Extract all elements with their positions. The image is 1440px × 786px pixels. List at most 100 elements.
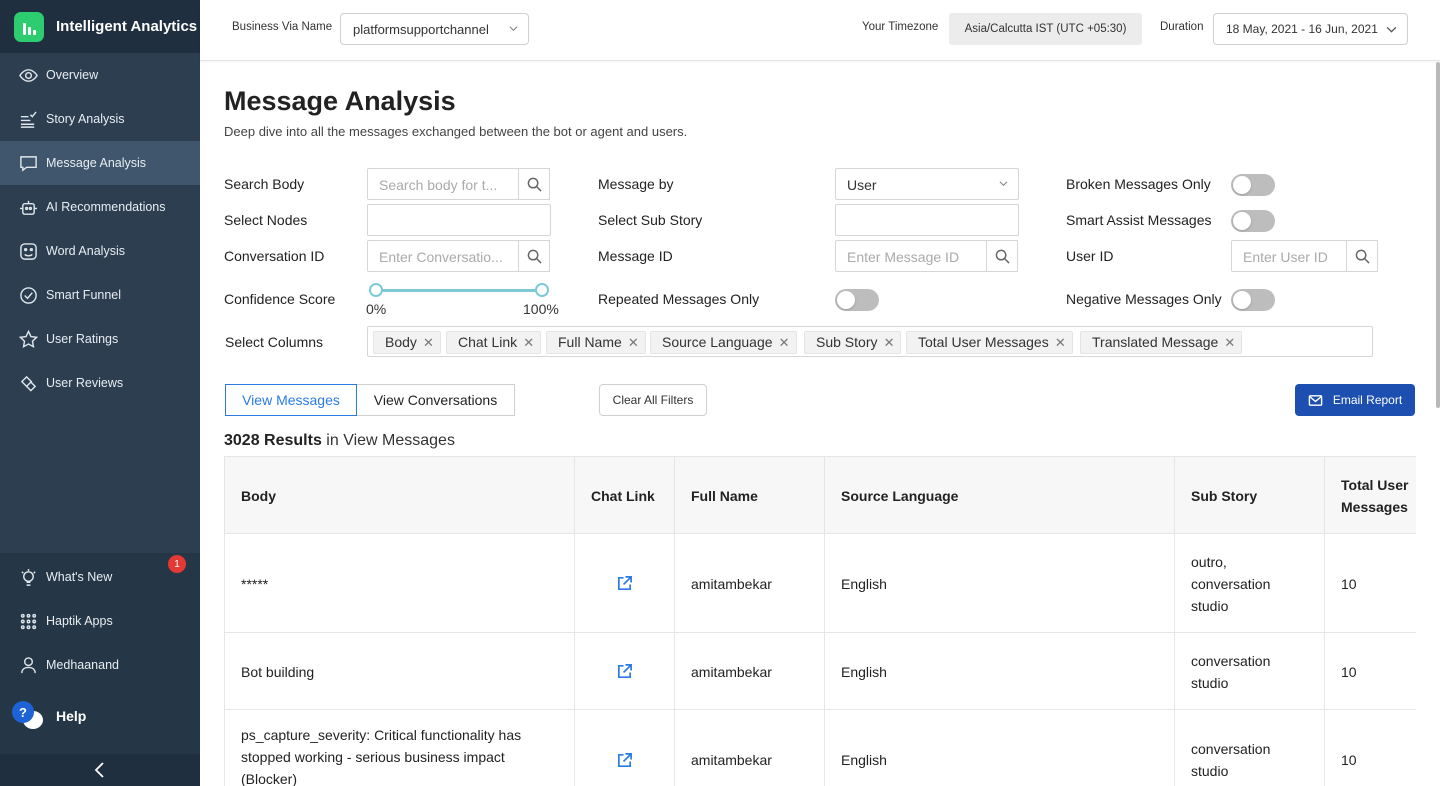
chevron-down-icon: [509, 26, 518, 32]
sidebar-item-label: Haptik Apps: [46, 614, 113, 628]
sidebar-item-user-profile[interactable]: Medhaanand: [0, 643, 200, 687]
conversation-id-label: Conversation ID: [224, 248, 325, 264]
mail-icon: [1308, 394, 1323, 406]
sidebar-item-story-analysis[interactable]: Story Analysis: [0, 97, 200, 141]
clear-all-filters-button[interactable]: Clear All Filters: [599, 384, 707, 416]
remove-tag-icon[interactable]: ✕: [884, 335, 895, 351]
select-nodes-input[interactable]: [367, 204, 551, 236]
collapse-sidebar-button[interactable]: [0, 754, 200, 786]
table-row: ***** amitambekar English outro, convers…: [225, 534, 1416, 633]
page-scrollbar[interactable]: [1436, 62, 1440, 408]
select-nodes-label: Select Nodes: [224, 212, 308, 228]
sidebar-item-ai-recommendations[interactable]: AI Recommendations: [0, 185, 200, 229]
select-columns-input[interactable]: Body ✕ Chat Link ✕ Full Name ✕ Source Langu…: [367, 326, 1373, 357]
cell-chat-link[interactable]: [575, 710, 675, 786]
broken-messages-toggle[interactable]: [1231, 174, 1275, 196]
confidence-min-handle[interactable]: [369, 283, 383, 297]
negative-messages-toggle[interactable]: [1231, 289, 1275, 311]
search-body-button[interactable]: [518, 168, 550, 200]
cell-full-name: amitambekar: [675, 534, 825, 633]
remove-tag-icon[interactable]: ✕: [628, 335, 639, 351]
remove-tag-icon[interactable]: ✕: [1055, 335, 1066, 351]
email-report-button[interactable]: Email Report: [1295, 384, 1415, 416]
story-list-icon: [18, 109, 38, 129]
repeated-messages-toggle[interactable]: [835, 289, 879, 311]
cell-full-name: amitambekar: [675, 710, 825, 786]
remove-tag-icon[interactable]: ✕: [779, 335, 790, 351]
cell-full-name: amitambekar: [675, 633, 825, 710]
sidebar-item-label: User Ratings: [46, 332, 119, 346]
help-chat-icon: ?: [12, 701, 43, 731]
duration-picker[interactable]: 18 May, 2021 - 16 Jun, 2021: [1213, 13, 1408, 45]
sidebar-item-label: Smart Funnel: [46, 288, 122, 302]
confidence-max-label: 100%: [523, 301, 559, 317]
app-title: Intelligent Analytics: [56, 18, 198, 35]
column-header-body[interactable]: Body: [225, 457, 575, 534]
results-count: 3028 Results: [224, 432, 322, 449]
confidence-max-handle[interactable]: [535, 283, 549, 297]
main-content: Message Analysis Deep dive into all the …: [200, 62, 1440, 786]
sidebar-item-message-analysis[interactable]: Message Analysis: [0, 141, 200, 185]
business-select[interactable]: platformsupportchannel: [340, 13, 529, 45]
brand-header[interactable]: Intelligent Analytics: [0, 0, 200, 53]
sidebar-item-haptik-apps[interactable]: Haptik Apps: [0, 599, 200, 643]
eye-icon: [18, 65, 38, 85]
message-id-search-button[interactable]: [986, 240, 1018, 272]
sidebar-item-word-analysis[interactable]: Word Analysis: [0, 229, 200, 273]
sidebar-item-overview[interactable]: Overview: [0, 53, 200, 97]
user-id-search-button[interactable]: [1346, 240, 1378, 272]
column-header-full-name[interactable]: Full Name: [675, 457, 825, 534]
select-sub-story-input[interactable]: [835, 204, 1019, 236]
page-title: Message Analysis: [224, 86, 456, 116]
search-body-input[interactable]: Search body for t...: [367, 168, 519, 200]
sidebar-item-smart-funnel[interactable]: Smart Funnel: [0, 273, 200, 317]
sidebar-item-user-reviews[interactable]: User Reviews: [0, 361, 200, 405]
user-id-input[interactable]: Enter User ID: [1231, 240, 1347, 272]
open-external-link-icon[interactable]: [616, 575, 633, 592]
column-tag-sub-story: Sub Story ✕: [804, 331, 902, 354]
conversation-id-input[interactable]: Enter Conversatio...: [367, 240, 519, 272]
business-label: Business Via Name: [232, 21, 333, 33]
tab-view-messages[interactable]: View Messages: [225, 384, 357, 416]
confidence-slider-track[interactable]: [376, 289, 542, 292]
table-header-row: Body Chat Link Full Name Source Language…: [225, 457, 1416, 534]
message-id-input[interactable]: Enter Message ID: [835, 240, 987, 272]
remove-tag-icon[interactable]: ✕: [423, 335, 434, 351]
messages-table: Body Chat Link Full Name Source Language…: [224, 456, 1416, 786]
results-suffix: in View Messages: [321, 432, 455, 449]
column-header-sub-story[interactable]: Sub Story: [1175, 457, 1325, 534]
column-header-source-language[interactable]: Source Language: [825, 457, 1175, 534]
select-sub-story-label: Select Sub Story: [598, 212, 703, 228]
cell-chat-link[interactable]: [575, 633, 675, 710]
column-header-total-user-messages[interactable]: Total User Messages: [1325, 457, 1416, 534]
sidebar-item-label: What's New: [46, 570, 113, 584]
search-icon: [1355, 249, 1370, 264]
smart-assist-toggle[interactable]: [1231, 210, 1275, 232]
chevron-left-icon: [94, 762, 104, 778]
tab-view-conversations[interactable]: View Conversations: [357, 384, 515, 416]
sidebar-item-label: AI Recommendations: [46, 200, 166, 214]
cell-body: *****: [225, 534, 575, 633]
remove-tag-icon[interactable]: ✕: [523, 335, 534, 351]
cell-total-user-messages: 10: [1341, 663, 1357, 680]
cell-chat-link[interactable]: [575, 534, 675, 633]
column-tag-body: Body ✕: [373, 331, 441, 354]
column-header-chat-link[interactable]: Chat Link: [575, 457, 675, 534]
remove-tag-icon[interactable]: ✕: [1224, 335, 1235, 351]
conversation-id-search-button[interactable]: [518, 240, 550, 272]
face-icon: [18, 241, 38, 261]
cell-body: Bot building: [225, 633, 575, 710]
sidebar-item-user-ratings[interactable]: User Ratings: [0, 317, 200, 361]
column-tag-translated-message: Translated Message ✕: [1080, 331, 1243, 354]
haptik-logo-icon: [14, 11, 44, 42]
cell-sub-story: conversation studio: [1175, 633, 1325, 710]
message-by-select[interactable]: User: [835, 168, 1019, 200]
help-button[interactable]: ? Help: [0, 694, 200, 738]
robot-icon: [18, 197, 38, 217]
open-external-link-icon[interactable]: [616, 752, 633, 769]
open-external-link-icon[interactable]: [616, 663, 633, 680]
search-body-label: Search Body: [224, 176, 305, 192]
cell-source-language: English: [825, 710, 1175, 786]
user-icon: [18, 655, 38, 675]
sidebar-item-label: Overview: [46, 68, 99, 82]
